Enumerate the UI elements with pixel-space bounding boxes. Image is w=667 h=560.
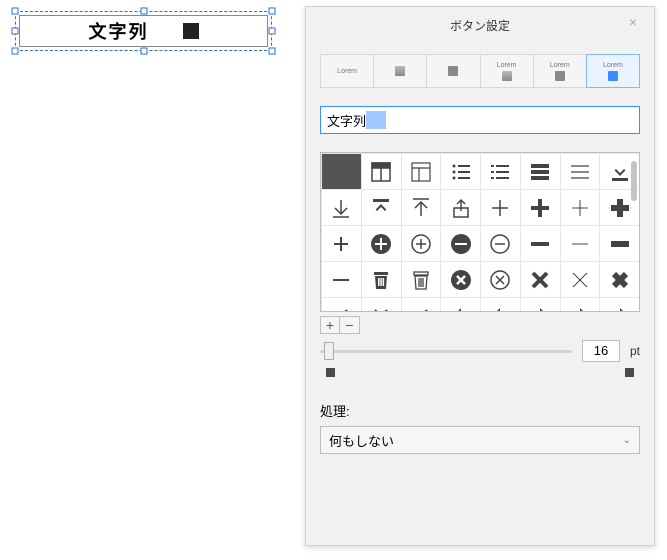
processing-label: 処理:	[320, 401, 640, 420]
canvas-button[interactable]: 文字列	[19, 15, 268, 47]
icon-menu-bold[interactable]	[520, 153, 561, 190]
icon-circle-minus-fill[interactable]	[440, 225, 481, 262]
icon-circle-plus-fill[interactable]	[361, 225, 402, 262]
panel-header: ボタン設定 ×	[320, 15, 640, 46]
icon-x-thin[interactable]	[560, 261, 601, 298]
zoom-in-button[interactable]: +	[320, 316, 340, 334]
canvas-button-icon	[183, 23, 199, 39]
style-tab-1[interactable]	[374, 55, 427, 87]
icon-slash[interactable]	[321, 297, 362, 312]
icon-circle-x-fill[interactable]	[440, 261, 481, 298]
icon-arrow-down[interactable]	[321, 189, 362, 226]
icon-list-lines[interactable]	[480, 153, 521, 190]
icon-upload[interactable]	[361, 189, 402, 226]
icon-grid	[320, 152, 640, 312]
selection-handle-nw[interactable]	[12, 8, 19, 15]
icon-plus-outline[interactable]	[480, 189, 521, 226]
icon-layout-quarter[interactable]	[401, 153, 442, 190]
size-slider-knob[interactable]	[324, 342, 334, 360]
style-tab-3[interactable]: Lorem	[481, 55, 534, 87]
selection-handle-ne[interactable]	[269, 8, 276, 15]
style-tab-5[interactable]: Lorem	[586, 54, 640, 88]
icon-share-up[interactable]	[440, 189, 481, 226]
icon-circle-x[interactable]	[480, 261, 521, 298]
selection-handle-e[interactable]	[269, 28, 276, 35]
icon-trash-outline[interactable]	[401, 261, 442, 298]
selection-handle-n[interactable]	[140, 8, 147, 15]
icon-x-heavy[interactable]	[599, 261, 640, 298]
size-value-input[interactable]: 16	[582, 340, 620, 362]
size-slider[interactable]	[320, 340, 572, 362]
icon-circle-plus[interactable]	[401, 225, 442, 262]
selection-handle-s[interactable]	[140, 48, 147, 55]
icon-slash-2[interactable]	[401, 297, 442, 312]
icon-trash-fill[interactable]	[361, 261, 402, 298]
icon-plus-thin[interactable]	[560, 189, 601, 226]
close-icon[interactable]: ×	[626, 15, 640, 29]
processing-select-value: 何もしない	[329, 431, 394, 450]
icon-misc-4[interactable]	[480, 297, 521, 312]
chevron-down-icon: ⌄	[623, 435, 631, 446]
icon-filled-square[interactable]	[321, 153, 362, 190]
icon-arrows-misc-1[interactable]	[361, 297, 402, 312]
style-tab-0[interactable]: Lorem	[321, 55, 374, 87]
size-unit-label: pt	[630, 344, 640, 358]
icon-misc-6[interactable]	[560, 297, 601, 312]
style-tab-4[interactable]: Lorem	[534, 55, 587, 87]
icon-layout-half[interactable]	[361, 153, 402, 190]
color-swatch-left[interactable]	[326, 368, 335, 377]
button-text-input[interactable]: 文字列	[320, 106, 640, 134]
icon-list-dots[interactable]	[440, 153, 481, 190]
icon-minus-line[interactable]	[321, 261, 362, 298]
color-swatch-right[interactable]	[625, 368, 634, 377]
zoom-out-button[interactable]: −	[340, 316, 360, 334]
button-settings-panel: ボタン設定 × Lorem Lorem Lorem Lorem 文字列	[305, 6, 655, 546]
icon-misc-5[interactable]	[520, 297, 561, 312]
icon-circle-minus[interactable]	[480, 225, 521, 262]
selection-handle-se[interactable]	[269, 48, 276, 55]
canvas-button-label: 文字列	[89, 18, 149, 44]
icon-plus-bold[interactable]	[520, 189, 561, 226]
text-selection	[366, 111, 386, 129]
processing-select[interactable]: 何もしない ⌄	[320, 426, 640, 454]
icon-x-bold[interactable]	[520, 261, 561, 298]
style-tab-2[interactable]	[427, 55, 480, 87]
icon-minus-heavy[interactable]	[599, 225, 640, 262]
selection-handle-sw[interactable]	[12, 48, 19, 55]
button-text-value: 文字列	[327, 111, 366, 130]
icon-misc-7[interactable]	[599, 297, 640, 312]
icon-menu-thin[interactable]	[560, 153, 601, 190]
icon-plus-line[interactable]	[321, 225, 362, 262]
panel-title: ボタン設定	[450, 19, 510, 33]
style-tab-row: Lorem Lorem Lorem Lorem	[320, 54, 640, 88]
icon-arrow-up[interactable]	[401, 189, 442, 226]
icon-misc-3[interactable]	[440, 297, 481, 312]
icon-minus-bold[interactable]	[520, 225, 561, 262]
selection-handle-w[interactable]	[12, 28, 19, 35]
icon-grid-scrollbar[interactable]	[631, 161, 637, 201]
icon-minus-thin[interactable]	[560, 225, 601, 262]
